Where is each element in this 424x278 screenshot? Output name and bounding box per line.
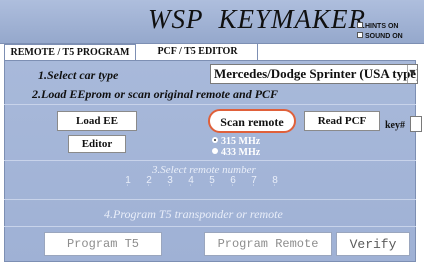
radio-selected-icon	[212, 137, 218, 143]
tab-pcf-t5-editor[interactable]: PCF / T5 EDITOR	[138, 44, 258, 60]
program-remote-button[interactable]: Program Remote	[204, 232, 332, 256]
app-title: WSP KEYMAKER	[148, 4, 366, 34]
car-type-value: Mercedes/Dodge Sprinter (USA type)	[214, 66, 418, 81]
radio-unselected-icon	[212, 148, 218, 154]
program-t5-button[interactable]: Program T5	[44, 232, 162, 256]
hints-on-checkbox[interactable]: HINTS ON	[357, 22, 399, 30]
sound-on-checkbox[interactable]: SOUND ON	[357, 32, 403, 40]
title-bar: WSP KEYMAKER HINTS ON SOUND ON	[0, 0, 424, 44]
divider	[4, 104, 416, 105]
remote-number-1[interactable]: 1 ˙	[122, 176, 134, 195]
remote-number-8[interactable]: 8 ˙	[269, 176, 281, 195]
verify-button[interactable]: Verify	[336, 232, 410, 256]
load-ee-button[interactable]: Load EE	[57, 111, 137, 131]
divider	[4, 199, 416, 200]
remote-number-3[interactable]: 3 ˙	[164, 176, 176, 195]
divider	[4, 160, 416, 161]
sound-on-label: SOUND ON	[365, 33, 403, 40]
key-number-label: key#	[385, 120, 405, 131]
step2-label: 2.Load EEprom or scan original remote an…	[32, 87, 279, 101]
car-type-select[interactable]: Mercedes/Dodge Sprinter (USA type) ▼	[210, 64, 418, 84]
frequency-315-label: 315 MHz	[221, 136, 261, 147]
scan-remote-button[interactable]: Scan remote	[208, 109, 296, 133]
remote-number-7[interactable]: 7 ˙	[248, 176, 260, 195]
frequency-315-radio[interactable]: 315 MHz	[212, 136, 260, 147]
step1-label: 1.Select car type	[38, 68, 119, 82]
remote-number-2[interactable]: 2 ˙	[143, 176, 155, 195]
remote-number-6[interactable]: 6 ˙	[227, 176, 239, 195]
divider	[4, 226, 416, 227]
frequency-433-label: 433 MHz	[221, 147, 261, 158]
tab-remote-t5-program[interactable]: REMOTE / T5 PROGRAM	[4, 44, 136, 60]
step4-label: 4.Program T5 transponder or remote	[104, 207, 283, 221]
remote-number-5[interactable]: 5 ˙	[206, 176, 218, 195]
key-number-input[interactable]	[410, 116, 422, 132]
frequency-433-radio[interactable]: 433 MHz	[212, 147, 260, 158]
remote-number-4[interactable]: 4 ˙	[185, 176, 197, 195]
read-pcf-button[interactable]: Read PCF	[304, 111, 380, 131]
hints-on-label: HINTS ON	[365, 23, 399, 30]
dropdown-arrow-icon[interactable]: ▼	[407, 65, 417, 83]
checkbox-checked-icon	[357, 22, 363, 29]
checkbox-checked-icon	[357, 32, 363, 39]
editor-button[interactable]: Editor	[68, 135, 126, 153]
